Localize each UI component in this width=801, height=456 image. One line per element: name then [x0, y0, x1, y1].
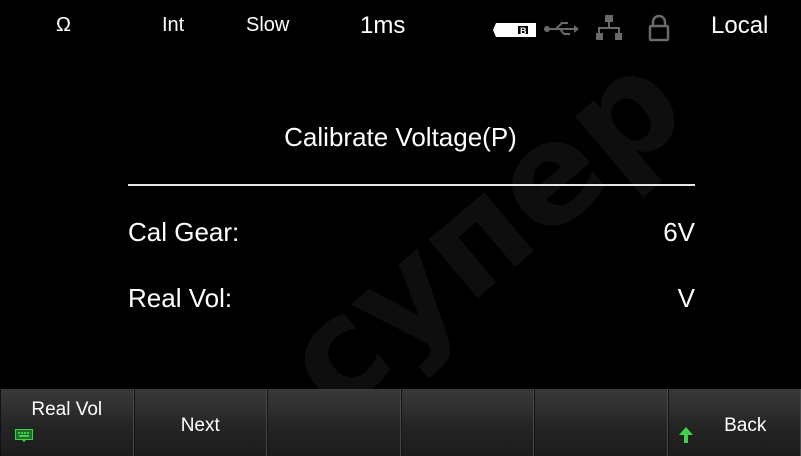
status-bar: Ω Int Slow 1ms B Local [0, 0, 801, 52]
softkey-real-vol[interactable]: Real Vol [0, 389, 134, 456]
softkey-label: Real Vol [31, 399, 103, 420]
real-vol-value[interactable]: V [678, 283, 695, 314]
softkey-bar: Real Vol Next Back [0, 389, 801, 456]
softkey-next[interactable]: Next [133, 389, 267, 456]
ohm-mode-indicator: Ω [56, 14, 71, 36]
softkey-5[interactable] [534, 389, 668, 456]
softkey-label: Next [180, 415, 220, 436]
trigger-indicator: Int [162, 14, 185, 36]
softkey-3[interactable] [267, 389, 401, 456]
real-vol-label: Real Vol: [128, 283, 233, 313]
lock-icon [648, 14, 670, 42]
interval-indicator: 1ms [360, 12, 406, 39]
speed-indicator: Slow [246, 14, 290, 36]
up-arrow-icon [678, 427, 693, 443]
softkey-back[interactable]: Back [667, 389, 801, 456]
svg-text:B: B [520, 26, 527, 36]
softkey-4[interactable] [400, 389, 534, 456]
remote-local-indicator: Local [711, 12, 769, 39]
battery-icon: B [493, 23, 536, 37]
lan-icon [596, 15, 622, 40]
watermark: супер [252, 19, 715, 444]
cal-gear-value: 6V [663, 217, 695, 247]
keyboard-icon [15, 429, 33, 442]
dialog-title: Calibrate Voltage(P) [284, 122, 517, 152]
title-divider [128, 184, 695, 186]
cal-gear-label: Cal Gear: [128, 217, 240, 247]
usb-icon [544, 22, 579, 35]
